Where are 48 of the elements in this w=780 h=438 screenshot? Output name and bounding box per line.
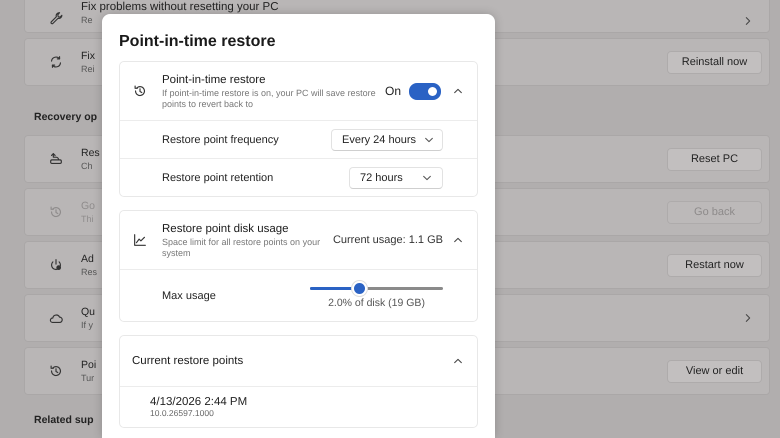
- card-title: Ad: [81, 252, 94, 266]
- dropdown[interactable]: 72 hours: [349, 166, 443, 188]
- card-subtitle: Re: [81, 14, 93, 26]
- history-icon: [132, 83, 148, 99]
- dropdown[interactable]: Every 24 hours: [331, 128, 443, 150]
- action-button[interactable]: Reinstall now: [667, 50, 762, 74]
- history-icon: [48, 363, 64, 379]
- chevron-right-icon[interactable]: [743, 16, 753, 26]
- section-heading: Recovery op: [34, 111, 98, 125]
- power-gear-icon: [48, 257, 64, 273]
- card-subtitle: Tur: [81, 372, 94, 384]
- card-title: Poi: [81, 358, 96, 372]
- card-title: Fix: [81, 49, 95, 63]
- refresh-icon: [48, 54, 64, 70]
- action-button[interactable]: Reset PC: [667, 148, 762, 170]
- card-title: Qu: [81, 305, 96, 319]
- slider-reading: 2.0% of disk (19 GB): [328, 296, 425, 308]
- setting-title: Restore point disk usage: [162, 222, 290, 236]
- wrench-icon: [48, 10, 64, 26]
- chevron-up-icon[interactable]: [453, 356, 463, 366]
- card-subtitle: Ch: [81, 160, 93, 172]
- setting-description: Space limit for all restore points on your system: [162, 236, 322, 258]
- chevron-right-icon[interactable]: [743, 313, 753, 323]
- reset-icon: [48, 151, 64, 167]
- chart-icon: [132, 232, 148, 248]
- chevron-up-icon[interactable]: [453, 86, 463, 96]
- toggle-state: On: [384, 84, 401, 98]
- card-subtitle: Rei: [81, 63, 95, 75]
- setting-label: Restore point retention: [162, 172, 274, 184]
- dialog-title: Point-in-time restore: [119, 33, 276, 51]
- restore-point-date: 4/13/2026 2:44 PM: [150, 396, 248, 408]
- action-button[interactable]: View or edit: [667, 360, 762, 382]
- usage-value: Current usage: 1.1 GB: [332, 234, 443, 246]
- card-subtitle: Res: [81, 266, 98, 278]
- setting-title: Point-in-time restore: [162, 72, 267, 88]
- group-title: Current restore points: [132, 354, 244, 368]
- setting-label: Max usage: [162, 290, 217, 302]
- toggle-switch[interactable]: [409, 82, 441, 100]
- card-title: Fix problems without resetting your PC: [81, 0, 278, 14]
- chevron-up-icon[interactable]: [453, 235, 463, 245]
- card-title: Res: [81, 146, 100, 160]
- section-heading: Related sup: [34, 414, 95, 428]
- restore-point-version: 10.0.26597.1000: [150, 408, 215, 418]
- setting-description: If point-in-time restore is on, your PC will save restore points to revert back to: [162, 88, 377, 110]
- history-icon: [48, 204, 64, 220]
- action-button[interactable]: Restart now: [667, 254, 762, 276]
- setting-label: Restore point frequency: [162, 134, 280, 146]
- card-subtitle: If y: [81, 319, 94, 331]
